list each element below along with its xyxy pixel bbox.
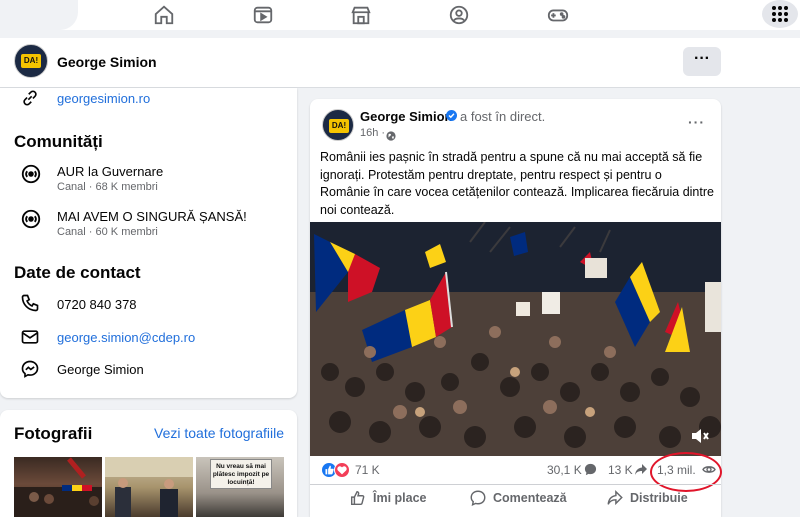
- link-icon: [20, 88, 40, 113]
- intro-card: georgesimion.ro Comunități AUR la Guvern…: [0, 88, 297, 398]
- avatar[interactable]: DA!: [322, 109, 354, 141]
- post-author[interactable]: George Simion: [360, 109, 452, 124]
- like-button-label: Îmi place: [373, 491, 427, 505]
- share-button[interactable]: Distribuie: [607, 489, 688, 506]
- profile-header-bar: DA! George Simion ···: [0, 38, 800, 88]
- top-navigation-bar: [0, 0, 800, 30]
- mail-icon: [20, 327, 40, 352]
- love-reaction-icon[interactable]: [334, 462, 350, 478]
- groups-icon[interactable]: [448, 4, 470, 26]
- community-meta: Canal · 68 K membri: [57, 181, 158, 193]
- photo-thumbnail[interactable]: [14, 457, 102, 517]
- photo-thumbnail[interactable]: Nu vreau să mai plătesc impozit pe locui…: [196, 457, 284, 517]
- post-text: Românii ies pașnic în stradă pentru a sp…: [320, 150, 714, 217]
- profile-name[interactable]: George Simion: [57, 54, 157, 70]
- community-icon: [20, 163, 42, 190]
- search-box[interactable]: [0, 0, 78, 30]
- menu-grid-icon[interactable]: [762, 0, 798, 28]
- more-options-button[interactable]: ···: [683, 47, 721, 76]
- comments-count[interactable]: 30,1 K: [547, 463, 582, 477]
- communities-heading: Comunități: [14, 132, 103, 151]
- contact-heading: Date de contact: [14, 263, 141, 282]
- avatar[interactable]: DA!: [14, 44, 48, 78]
- comment-button-label: Comentează: [493, 491, 567, 505]
- messenger-name[interactable]: George Simion: [57, 362, 144, 377]
- community-name[interactable]: MAI AVEM O SINGURĂ ȘANSĂ!: [57, 209, 247, 224]
- post-video[interactable]: [310, 222, 721, 456]
- post-time[interactable]: 16h ·: [360, 127, 385, 139]
- phone-icon: [20, 293, 40, 318]
- email-link[interactable]: george.simion@cdep.ro: [57, 330, 195, 345]
- verified-icon: [446, 110, 457, 121]
- website-link[interactable]: georgesimion.ro: [57, 91, 150, 106]
- shares-count[interactable]: 13 K: [608, 463, 633, 477]
- gaming-icon[interactable]: [547, 4, 569, 26]
- community-meta: Canal · 60 K membri: [57, 226, 158, 238]
- see-all-photos-link[interactable]: Vezi toate fotografiile: [154, 425, 284, 441]
- photo-thumbnail[interactable]: [105, 457, 193, 517]
- comment-bubble-icon: [584, 463, 597, 476]
- post-options-button[interactable]: ···: [688, 114, 705, 130]
- community-icon: [20, 208, 42, 235]
- share-arrow-icon: [634, 463, 647, 476]
- messenger-icon: [20, 359, 40, 384]
- reactions-count[interactable]: 71 K: [355, 463, 380, 477]
- protest-sign-text: Nu vreau să mai plătesc impozit pe locui…: [210, 459, 272, 489]
- share-button-label: Distribuie: [630, 491, 688, 505]
- comment-button[interactable]: Comentează: [470, 490, 567, 506]
- community-name[interactable]: AUR la Guvernare: [57, 164, 163, 179]
- avatar-badge: DA!: [329, 119, 349, 133]
- live-status: a fost în direct.: [460, 109, 546, 124]
- globe-icon: [386, 128, 396, 141]
- marketplace-icon[interactable]: [350, 4, 372, 26]
- photos-heading: Fotografii: [14, 424, 93, 443]
- photos-card: Fotografii Vezi toate fotografiile Nu vr…: [0, 410, 297, 517]
- video-icon[interactable]: [252, 4, 274, 26]
- avatar-badge: DA!: [21, 54, 41, 68]
- volume-icon[interactable]: [690, 427, 710, 445]
- like-button[interactable]: Îmi place: [350, 490, 427, 506]
- post-actions: Îmi place Comentează Distribuie: [310, 484, 721, 517]
- home-icon[interactable]: [153, 4, 175, 26]
- phone-number[interactable]: 0720 840 378: [57, 297, 137, 312]
